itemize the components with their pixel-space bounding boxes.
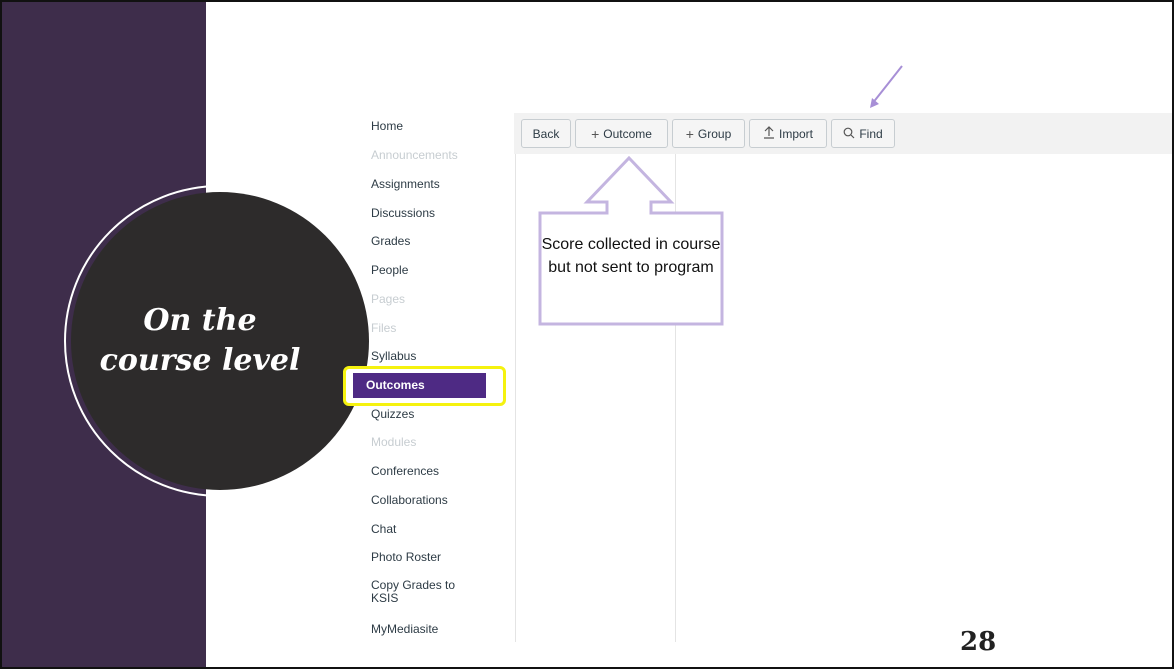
slide: On the course level Home Announcements A… [0,0,1174,669]
nav-item-modules[interactable]: Modules [371,435,416,449]
nav-item-outcomes[interactable]: Outcomes [353,373,486,398]
nav-item-mymediasite[interactable]: MyMediasite [371,622,438,636]
nav-item-files[interactable]: Files [371,321,396,335]
plus-icon: + [591,125,600,142]
slide-title: On the course level [100,301,301,381]
page-number: 28 [960,627,997,657]
slide-title-line2: course level [99,343,301,378]
add-group-button[interactable]: + Group [672,119,745,148]
add-outcome-label: Outcome [603,126,652,141]
import-button[interactable]: Import [749,119,827,148]
callout-text: Score collected in course but not sent t… [541,236,721,276]
title-circle: On the course level [71,192,369,490]
nav-item-photo-roster[interactable]: Photo Roster [371,550,441,564]
nav-item-people[interactable]: People [371,263,408,277]
pointer-arrow-icon [870,65,903,108]
back-button-label: Back [532,126,560,141]
add-outcome-button[interactable]: + Outcome [575,119,668,148]
plus-icon: + [685,125,694,142]
nav-item-chat[interactable]: Chat [371,522,396,536]
nav-item-home[interactable]: Home [371,119,403,133]
nav-item-collaborations[interactable]: Collaborations [371,493,448,507]
nav-item-assignments[interactable]: Assignments [371,177,440,191]
back-button[interactable]: Back [521,119,571,148]
nav-item-copy-grades[interactable]: Copy Grades to KSIS [371,579,481,605]
upload-icon [763,126,775,141]
nav-item-pages[interactable]: Pages [371,292,405,306]
find-button[interactable]: Find [831,119,895,148]
import-label: Import [778,126,813,141]
nav-item-quizzes[interactable]: Quizzes [371,407,414,421]
nav-item-discussions[interactable]: Discussions [371,206,435,220]
nav-item-syllabus[interactable]: Syllabus [371,349,416,363]
find-label: Find [859,126,883,141]
search-icon [843,127,855,141]
nav-item-conferences[interactable]: Conferences [371,464,439,478]
nav-item-grades[interactable]: Grades [371,234,410,248]
nav-item-announcements[interactable]: Announcements [371,148,458,162]
slide-title-line1: On the [143,303,257,338]
add-group-label: Group [697,126,732,141]
